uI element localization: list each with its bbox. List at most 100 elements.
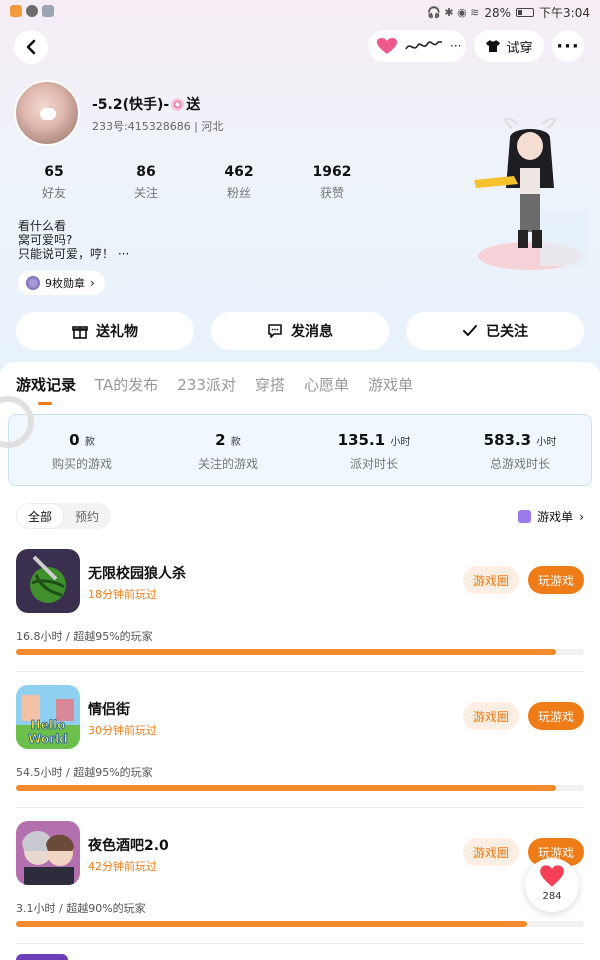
- nickname: -5.2(快手)- 送: [92, 94, 200, 114]
- progress-bar: [16, 649, 584, 655]
- bio-line: 只能说可爱，哼！ ···: [18, 247, 130, 261]
- tab-bar: 游戏记录 TA的发布 233派对 穿搭 心愿单 游戏单: [16, 374, 413, 395]
- followed-label: 已关注: [486, 324, 528, 340]
- try-on-label: 试穿: [506, 40, 533, 56]
- progress-fill: [16, 649, 556, 655]
- summary-label: 总游戏时长: [489, 457, 550, 471]
- bio-line: 窝可爱吗?: [18, 233, 73, 247]
- game-list-link[interactable]: 游戏单 ›: [518, 508, 584, 525]
- filter-reserve[interactable]: 预约: [64, 503, 110, 529]
- battery-icon: [516, 8, 535, 17]
- game-item[interactable]: 无限校园狼人杀 18分钟前玩过 游戏圈 玩游戏 16.8小时 / 超越95%的玩…: [16, 549, 584, 673]
- summary-party-time[interactable]: 135.1 小时 派对时长: [301, 431, 447, 472]
- like-decoration-pill[interactable]: ···: [368, 30, 466, 62]
- game-name: 夜色酒吧2.0: [88, 838, 169, 854]
- medal-button[interactable]: 9枚勋章 ›: [18, 271, 105, 295]
- game-last-played: 42分钟前玩过: [88, 860, 157, 873]
- more-icon: ···: [556, 35, 580, 57]
- more-options-button[interactable]: ···: [552, 30, 584, 62]
- divider: [16, 943, 584, 944]
- game-circle-button[interactable]: 游戏圈: [463, 702, 519, 730]
- bio-line: 看什么看: [18, 219, 67, 233]
- tab-game-records[interactable]: 游戏记录: [16, 374, 76, 395]
- summary-purchased[interactable]: 0 款 购买的游戏: [9, 431, 155, 472]
- back-button[interactable]: [14, 30, 48, 64]
- send-gift-label: 送礼物: [96, 324, 138, 340]
- stat-label: 好友: [41, 186, 66, 200]
- stat-number: 462: [224, 164, 254, 180]
- tab-game-list[interactable]: 游戏单: [368, 374, 413, 395]
- game-hours: 16.8小时 / 超越95%的玩家: [16, 630, 153, 643]
- filter-toggle: 全部 预约: [16, 503, 111, 529]
- game-item[interactable]: 夜色酒吧2.0 42分钟前玩过 游戏圈 玩游戏 3.1小时 / 超越90%的玩家: [16, 821, 584, 945]
- summary-followed-games[interactable]: 2 款 关注的游戏: [155, 431, 301, 472]
- game-icon-night-bar: [16, 821, 80, 885]
- image-notification-icon: [42, 5, 54, 17]
- stat-number: 65: [44, 164, 64, 180]
- try-on-button[interactable]: 试穿: [474, 30, 544, 62]
- stat-number: 1962: [312, 164, 352, 180]
- floating-like-button[interactable]: 284: [525, 858, 579, 912]
- stat-likes[interactable]: 1962 获赞: [297, 164, 367, 201]
- summary-label: 派对时长: [349, 457, 398, 471]
- stat-friends[interactable]: 65 好友: [19, 164, 89, 201]
- chevron-left-icon: [26, 39, 36, 55]
- content-sheet: 游戏记录 TA的发布 233派对 穿搭 心愿单 游戏单 0 款 购买的游戏 2 …: [0, 362, 600, 960]
- status-bar: 🎧 ✱ ◉ ≋ 28% 下午3:04: [0, 0, 600, 24]
- filter-all[interactable]: 全部: [16, 503, 65, 529]
- signature-decoration-icon: [405, 41, 442, 50]
- stat-number: 86: [136, 164, 156, 180]
- stat-following[interactable]: 86 关注: [111, 164, 181, 201]
- wechat-icon: [26, 5, 38, 17]
- summary-value: 135.1: [337, 431, 386, 449]
- play-game-button[interactable]: 玩游戏: [528, 702, 584, 730]
- bio[interactable]: 看什么看 窝可爱吗? 只能说可爱，哼！ ···: [18, 219, 129, 261]
- tab-posts[interactable]: TA的发布: [95, 374, 158, 395]
- progress-fill: [16, 921, 528, 927]
- game-icon-watermelon: [16, 549, 80, 613]
- send-message-button[interactable]: 发消息: [211, 312, 389, 350]
- tab-233-party[interactable]: 233派对: [177, 374, 236, 395]
- stat-label: 粉丝: [226, 186, 251, 200]
- followed-button[interactable]: 已关注: [406, 312, 584, 350]
- stat-label: 获赞: [319, 186, 344, 200]
- summary-value: 583.3: [483, 431, 532, 449]
- avatar[interactable]: [14, 80, 80, 146]
- icon-text-hello: Hello: [31, 718, 66, 732]
- battery-level: 28%: [484, 5, 512, 20]
- summary-value: 2: [215, 431, 226, 449]
- summary-total-time[interactable]: 583.3 小时 总游戏时长: [447, 431, 593, 472]
- active-tab-indicator: [38, 402, 52, 405]
- send-message-label: 发消息: [291, 324, 333, 340]
- chevron-right-icon: ›: [90, 276, 95, 290]
- game-list-label: 游戏单: [537, 510, 574, 524]
- game-name: 情侣街: [88, 702, 130, 718]
- clock: 下午3:04: [539, 6, 590, 20]
- game-icon-hello-world: Hello World: [16, 685, 80, 749]
- progress-bar: [16, 785, 584, 791]
- tab-outfits[interactable]: 穿搭: [255, 374, 285, 395]
- game-hours: 3.1小时 / 超越90%的玩家: [16, 902, 146, 915]
- avatar-character-figure[interactable]: [470, 118, 590, 280]
- game-circle-button[interactable]: 游戏圈: [463, 838, 519, 866]
- nickname-suffix: 送: [186, 97, 201, 113]
- game-summary-card: 0 款 购买的游戏 2 款 关注的游戏 135.1 小时 派对时长 583.3 …: [8, 414, 592, 486]
- stat-fans[interactable]: 462 粉丝: [204, 164, 274, 201]
- tab-wishlist[interactable]: 心愿单: [304, 374, 349, 395]
- medal-icon: [26, 276, 40, 290]
- summary-value: 0: [69, 431, 80, 449]
- app-notification-icon: [10, 5, 22, 17]
- game-circle-button[interactable]: 游戏圈: [463, 566, 519, 594]
- game-item[interactable]: Hello World 情侣街 30分钟前玩过 游戏圈 玩游戏 54.5小时 /…: [16, 685, 584, 809]
- game-last-played: 30分钟前玩过: [88, 724, 157, 737]
- play-game-button[interactable]: 玩游戏: [528, 566, 584, 594]
- progress-bar: [16, 921, 584, 927]
- divider: [16, 671, 584, 672]
- heart-icon: [377, 38, 397, 54]
- send-gift-button[interactable]: 送礼物: [16, 312, 194, 350]
- signal-icons: 🎧 ✱ ◉ ≋: [427, 6, 480, 19]
- more-dots: ···: [450, 39, 462, 53]
- summary-unit: 款: [84, 437, 95, 448]
- message-icon: [268, 324, 282, 338]
- heart-icon: [540, 865, 564, 887]
